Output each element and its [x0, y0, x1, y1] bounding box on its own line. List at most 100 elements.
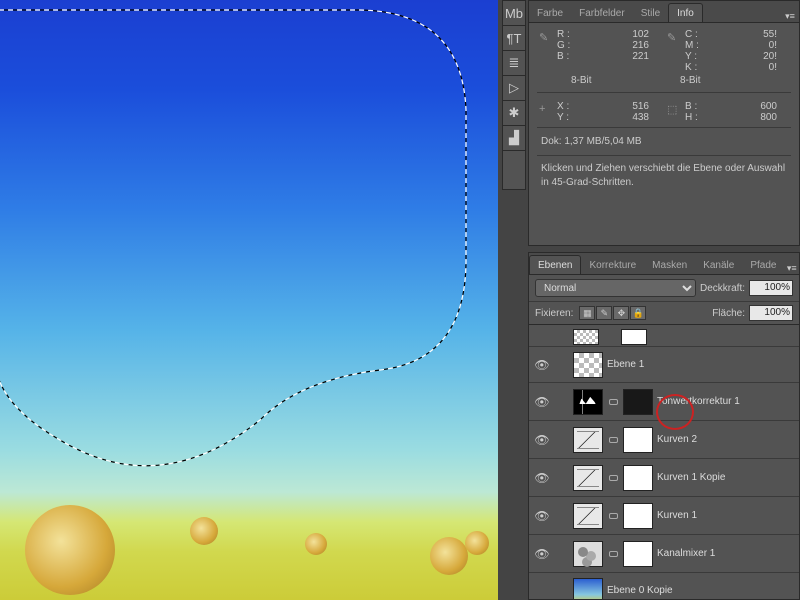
layer-row[interactable]: 👁 Kurven 1 — [529, 497, 799, 535]
visibility-toggle-icon[interactable] — [533, 582, 551, 600]
canvas-content — [25, 505, 115, 595]
visibility-toggle-icon[interactable]: 👁 — [533, 545, 551, 563]
adjustment-thumbnail[interactable] — [573, 541, 603, 567]
layer-name[interactable]: Kurven 1 — [657, 510, 697, 521]
document-canvas[interactable] — [0, 0, 498, 600]
visibility-toggle-icon[interactable]: 👁 — [533, 431, 551, 449]
tab-ebenen[interactable]: Ebenen — [529, 255, 581, 274]
tab-korrekturen[interactable]: Korrekture — [581, 256, 644, 274]
layer-row[interactable]: 👁 Kurven 1 Kopie — [529, 459, 799, 497]
tab-masken[interactable]: Masken — [644, 256, 695, 274]
mask-link-icon[interactable] — [607, 387, 619, 417]
panel-menu-icon[interactable]: ▾≡ — [784, 259, 799, 274]
tab-kanaele[interactable]: Kanäle — [695, 256, 742, 274]
label-y-coord: Y : — [557, 112, 571, 123]
adjustment-thumbnail[interactable] — [573, 427, 603, 453]
value-y: 20! — [699, 51, 777, 62]
label-b: B : — [557, 51, 571, 62]
fill-label: Fläche: — [712, 308, 745, 319]
panel-icon-sliders[interactable]: ≣ — [503, 51, 525, 76]
collapsed-panel-dock: Mb ¶T ≣ ▷ ✱ ▟ — [502, 0, 526, 190]
eyedropper-icon: ✎ — [667, 29, 685, 44]
tab-info[interactable]: Info — [668, 3, 703, 22]
info-wh-readout: ⬚ B : H : 600 800 — [667, 101, 789, 123]
tab-farbe[interactable]: Farbe — [529, 4, 571, 22]
layer-thumbnail[interactable] — [573, 352, 603, 378]
layer-row[interactable]: Ebene 0 Kopie — [529, 573, 799, 599]
layer-thumbnail[interactable] — [573, 578, 603, 600]
lock-transparency-icon[interactable]: ▦ — [579, 306, 595, 320]
label-k: K : — [685, 62, 699, 73]
panel-icon-play[interactable]: ▷ — [503, 76, 525, 101]
mask-link-icon[interactable] — [607, 425, 619, 455]
panel-icon-paragraph[interactable]: ¶T — [503, 26, 525, 51]
dimensions-icon: ⬚ — [667, 101, 685, 116]
mask-link-icon[interactable] — [607, 539, 619, 569]
mask-link-icon[interactable] — [607, 501, 619, 531]
mask-thumbnail[interactable] — [623, 503, 653, 529]
opacity-label: Deckkraft: — [700, 283, 745, 294]
adjustment-thumbnail[interactable] — [573, 389, 603, 415]
layers-panel: Ebenen Korrekture Masken Kanäle Pfade ▾≡… — [528, 252, 800, 600]
lock-position-icon[interactable]: ✥ — [613, 306, 629, 320]
visibility-toggle-icon[interactable]: 👁 — [533, 356, 551, 374]
lock-all-icon[interactable]: 🔒 — [630, 306, 646, 320]
layer-row[interactable]: 👁 Kurven 2 — [529, 421, 799, 459]
tab-pfade[interactable]: Pfade — [742, 256, 784, 274]
visibility-toggle-icon[interactable]: 👁 — [533, 393, 551, 411]
visibility-toggle-icon[interactable]: 👁 — [533, 507, 551, 525]
info-cmyk-readout: ✎ C : M : Y : K : 55! 0! 20! 0! — [667, 29, 789, 73]
adjustment-thumbnail[interactable] — [573, 465, 603, 491]
bit-depth-right: 8-Bit — [680, 75, 789, 86]
canvas-content — [190, 517, 218, 545]
value-height: 800 — [699, 112, 777, 123]
lock-label: Fixieren: — [535, 308, 573, 319]
opacity-input[interactable]: 100% — [749, 280, 793, 296]
value-g: 216 — [571, 40, 649, 51]
layer-name[interactable]: Tonwertkorrektur 1 — [657, 396, 740, 407]
value-k: 0! — [699, 62, 777, 73]
layer-row[interactable]: 👁 Kanalmixer 1 — [529, 535, 799, 573]
doc-size-readout: Dok: 1,37 MB/5,04 MB — [529, 130, 799, 153]
tool-hint-text: Klicken und Ziehen verschiebt die Ebene … — [529, 158, 799, 194]
mask-link-icon[interactable] — [607, 463, 619, 493]
layer-name[interactable]: Kurven 2 — [657, 434, 697, 445]
layer-row-collapsed[interactable] — [529, 325, 799, 347]
fill-input[interactable]: 100% — [749, 305, 793, 321]
mask-thumbnail[interactable] — [623, 389, 653, 415]
layer-name[interactable]: Kurven 1 Kopie — [657, 472, 725, 483]
layers-list[interactable]: 👁 Ebene 1 👁 Tonwertkorrektur 1 👁 Kurven … — [529, 325, 799, 599]
eyedropper-icon: ✎ — [539, 29, 557, 44]
panel-icon-mb[interactable]: Mb — [503, 1, 525, 26]
crosshair-icon: + — [539, 101, 557, 115]
layer-name[interactable]: Kanalmixer 1 — [657, 548, 715, 559]
label-m: M : — [685, 40, 699, 51]
label-height: H : — [685, 112, 699, 123]
panel-icon-wheel[interactable]: ✱ — [503, 101, 525, 126]
adjustment-thumbnail[interactable] — [573, 503, 603, 529]
mask-thumbnail[interactable] — [623, 427, 653, 453]
layer-name[interactable]: Ebene 1 — [607, 359, 644, 370]
label-r: R : — [557, 29, 571, 40]
value-c: 55! — [699, 29, 777, 40]
tab-stile[interactable]: Stile — [633, 4, 668, 22]
panel-icon-histogram[interactable]: ▟ — [503, 126, 525, 151]
lock-pixels-icon[interactable]: ✎ — [596, 306, 612, 320]
visibility-toggle-icon[interactable]: 👁 — [533, 469, 551, 487]
mask-thumbnail[interactable] — [623, 465, 653, 491]
value-r: 102 — [571, 29, 649, 40]
canvas-content — [465, 531, 489, 555]
layer-row[interactable]: 👁 Tonwertkorrektur 1 — [529, 383, 799, 421]
value-y-coord: 438 — [571, 112, 649, 123]
layer-name[interactable]: Ebene 0 Kopie — [607, 585, 673, 596]
label-c: C : — [685, 29, 699, 40]
label-width: B : — [685, 101, 699, 112]
mask-thumbnail[interactable] — [623, 541, 653, 567]
label-x: X : — [557, 101, 571, 112]
info-rgb-readout: ✎ R : G : B : 102 216 221 — [539, 29, 661, 73]
tab-farbfelder[interactable]: Farbfelder — [571, 4, 633, 22]
layer-row[interactable]: 👁 Ebene 1 — [529, 347, 799, 383]
blend-mode-select[interactable]: Normal — [535, 279, 696, 297]
info-panel: Farbe Farbfelder Stile Info ▾≡ ✎ R : G :… — [528, 0, 800, 246]
panel-menu-icon[interactable]: ▾≡ — [781, 7, 799, 22]
